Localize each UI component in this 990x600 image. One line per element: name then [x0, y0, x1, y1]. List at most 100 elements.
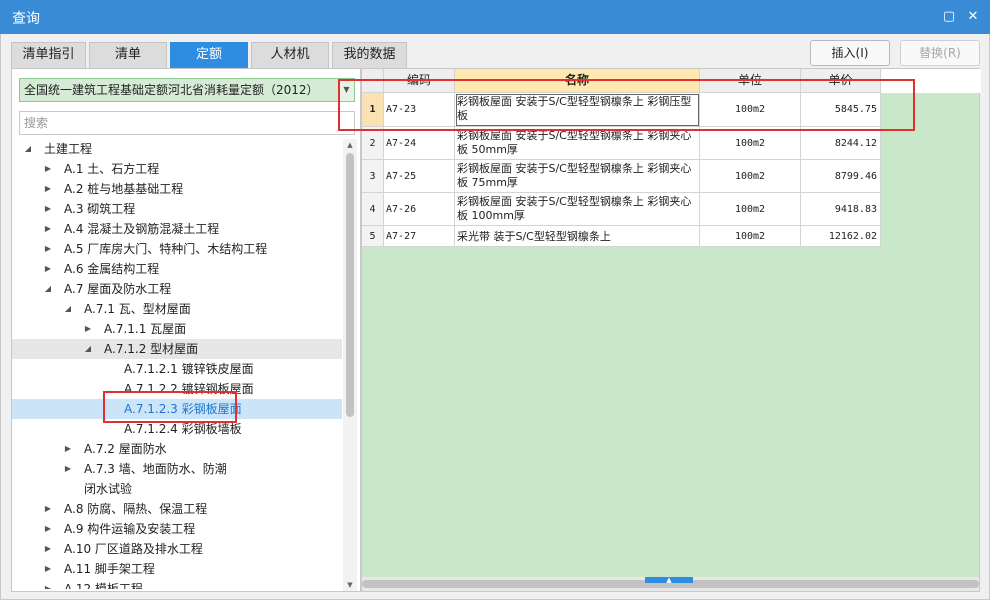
tree-node[interactable]: A.7.1.2.1 镀锌铁皮屋面: [12, 359, 342, 379]
collapsed-arrow-icon[interactable]: ▶: [42, 219, 54, 239]
cell-code[interactable]: A7-26: [384, 193, 455, 226]
tree-node-label: A.7.3 墙、地面防水、防潮: [84, 462, 227, 476]
cell-name[interactable]: 彩钢板屋面 安装于S/C型轻型钢檩条上 彩钢夹心板 75mm厚: [455, 160, 700, 193]
tree-node[interactable]: ▶ A.8 防腐、隔热、保温工程: [12, 499, 342, 519]
collapsed-arrow-icon[interactable]: ▶: [42, 559, 54, 579]
cell-unit[interactable]: 100m2: [700, 127, 801, 160]
cell-code[interactable]: A7-27: [384, 226, 455, 247]
tree-node[interactable]: ▶ A.4 混凝土及钢筋混凝土工程: [12, 219, 342, 239]
scroll-up-icon[interactable]: ▲: [343, 139, 357, 151]
tab-labor-material-machine[interactable]: 人材机: [251, 42, 329, 68]
tree-node[interactable]: ◢ 土建工程: [12, 139, 342, 159]
tree-node[interactable]: ▶ A.9 构件运输及安装工程: [12, 519, 342, 539]
cell-unit-text: 100m2: [734, 230, 766, 242]
cell-name[interactable]: 采光带 装于S/C型轻型钢檩条上: [455, 226, 700, 247]
tree-node-label: A.11 脚手架工程: [64, 562, 155, 576]
cell-price-text: 8799.46: [834, 170, 877, 182]
collapsed-arrow-icon[interactable]: ▶: [62, 459, 74, 479]
cell-price[interactable]: 8244.12: [801, 127, 881, 160]
collapsed-arrow-icon[interactable]: ▶: [42, 179, 54, 199]
tree-node-label: A.2 桩与地基基础工程: [64, 182, 184, 196]
cell-name-text: 采光带 装于S/C型轻型钢檩条上: [457, 229, 611, 243]
tab-my-data[interactable]: 我的数据: [332, 42, 407, 68]
cell-price-text: 9418.83: [834, 203, 877, 215]
tree-node[interactable]: ◢ A.7.1.2 型材屋面: [12, 339, 342, 359]
tree-node-label: 土建工程: [44, 142, 93, 156]
tree-node-label: A.1 土、石方工程: [64, 162, 160, 176]
tree-node-label: A.7.1.2.1 镀锌铁皮屋面: [124, 362, 254, 376]
tree-node[interactable]: ▶ A.7.3 墙、地面防水、防潮: [12, 459, 342, 479]
tab-quota[interactable]: 定额: [170, 42, 248, 68]
tree-node-label: A.5 厂库房大门、特种门、木结构工程: [64, 242, 268, 256]
expanded-arrow-icon[interactable]: ◢: [42, 279, 54, 299]
expanded-arrow-icon[interactable]: ◢: [22, 139, 34, 159]
cell-name-text: 彩钢板屋面 安装于S/C型轻型钢檩条上 彩钢夹心板 75mm厚: [457, 162, 692, 189]
row-number[interactable]: 3: [362, 160, 384, 193]
cell-price[interactable]: 8799.46: [801, 160, 881, 193]
tree-node[interactable]: ▶ A.2 桩与地基基础工程: [12, 179, 342, 199]
collapsed-arrow-icon[interactable]: ▶: [42, 159, 54, 179]
expanded-arrow-icon[interactable]: ◢: [62, 299, 74, 319]
cell-price[interactable]: 12162.02: [801, 226, 881, 247]
tree-node[interactable]: ◢ A.7.1 瓦、型材屋面: [12, 299, 342, 319]
tab-list[interactable]: 清单: [89, 42, 167, 68]
row-number[interactable]: 2: [362, 127, 384, 160]
row-number[interactable]: 5: [362, 226, 384, 247]
tree-scroll-thumb[interactable]: [346, 153, 354, 417]
search-input[interactable]: 搜索: [19, 111, 355, 135]
maximize-icon[interactable]: ▢: [940, 8, 958, 26]
collapsed-arrow-icon[interactable]: ▶: [42, 539, 54, 559]
collapsed-arrow-icon[interactable]: ▶: [42, 579, 54, 589]
cell-unit-text: 100m2: [734, 170, 766, 182]
collapsed-arrow-icon[interactable]: ▶: [82, 319, 94, 339]
tree-node[interactable]: ▶ A.12 模板工程: [12, 579, 342, 589]
window-title: 查询: [12, 11, 40, 27]
chapter-tree: ◢ 土建工程 ▶ A.1 土、石方工程 ▶ A.2 桩与地基基础工程 ▶ A.3 砌筑工程 ▶ A…: [12, 139, 342, 589]
tree-node[interactable]: ▶ A.1 土、石方工程: [12, 159, 342, 179]
grid-horizontal-scrollbar[interactable]: ▲: [362, 577, 979, 591]
tree-scrollbar[interactable]: ▲ ▼: [343, 139, 357, 591]
close-icon[interactable]: ✕: [964, 8, 982, 26]
cell-code-text: A7-27: [386, 230, 417, 242]
tab-list-guide[interactable]: 清单指引: [11, 42, 86, 68]
cell-price[interactable]: 9418.83: [801, 193, 881, 226]
expanded-arrow-icon[interactable]: ◢: [82, 339, 94, 359]
row-number-text: 3: [369, 170, 376, 182]
highlight-box-selected-node: [103, 391, 237, 423]
tree-node[interactable]: ▶ A.7.1.1 瓦屋面: [12, 319, 342, 339]
replace-button[interactable]: 替换(R): [900, 40, 980, 66]
quota-library-select[interactable]: 全国统一建筑工程基础定额河北省消耗量定额（2012） ▼: [19, 78, 355, 102]
tree-node[interactable]: ▶ A.11 脚手架工程: [12, 559, 342, 579]
collapsed-arrow-icon[interactable]: ▶: [42, 519, 54, 539]
tree-node[interactable]: ▶ A.7.2 屋面防水: [12, 439, 342, 459]
cell-name[interactable]: 彩钢板屋面 安装于S/C型轻型钢檩条上 彩钢夹心板 100mm厚: [455, 193, 700, 226]
row-number[interactable]: 4: [362, 193, 384, 226]
collapsed-arrow-icon[interactable]: ▶: [42, 259, 54, 279]
tree-node-label: A.7.1.2 型材屋面: [104, 342, 199, 356]
tree-node[interactable]: ▶ A.10 厂区道路及排水工程: [12, 539, 342, 559]
tree-node-label: A.3 砌筑工程: [64, 202, 136, 216]
cell-code[interactable]: A7-24: [384, 127, 455, 160]
collapse-grip-icon[interactable]: ▲: [645, 577, 693, 584]
tree-node-label: A.8 防腐、隔热、保温工程: [64, 502, 208, 516]
tree-node-label: A.9 构件运输及安装工程: [64, 522, 196, 536]
scroll-down-icon[interactable]: ▼: [343, 579, 357, 591]
cell-unit[interactable]: 100m2: [700, 160, 801, 193]
collapsed-arrow-icon[interactable]: ▶: [42, 499, 54, 519]
insert-button[interactable]: 插入(I): [810, 40, 890, 66]
collapsed-arrow-icon[interactable]: ▶: [42, 239, 54, 259]
collapsed-arrow-icon[interactable]: ▶: [62, 439, 74, 459]
cell-unit[interactable]: 100m2: [700, 226, 801, 247]
tree-node-label: A.7.1 瓦、型材屋面: [84, 302, 191, 316]
tree-node[interactable]: ◢ A.7 屋面及防水工程: [12, 279, 342, 299]
tree-node[interactable]: ▶ A.3 砌筑工程: [12, 199, 342, 219]
row-number-text: 4: [369, 203, 376, 215]
tree-node[interactable]: ▶ A.6 金属结构工程: [12, 259, 342, 279]
cell-code[interactable]: A7-25: [384, 160, 455, 193]
tree-node[interactable]: 闭水试验: [12, 479, 342, 499]
cell-name[interactable]: 彩钢板屋面 安装于S/C型轻型钢檩条上 彩钢夹心板 50mm厚: [455, 127, 700, 160]
tree-node[interactable]: ▶ A.5 厂库房大门、特种门、木结构工程: [12, 239, 342, 259]
tree-node-label: 闭水试验: [84, 482, 133, 496]
collapsed-arrow-icon[interactable]: ▶: [42, 199, 54, 219]
cell-unit[interactable]: 100m2: [700, 193, 801, 226]
